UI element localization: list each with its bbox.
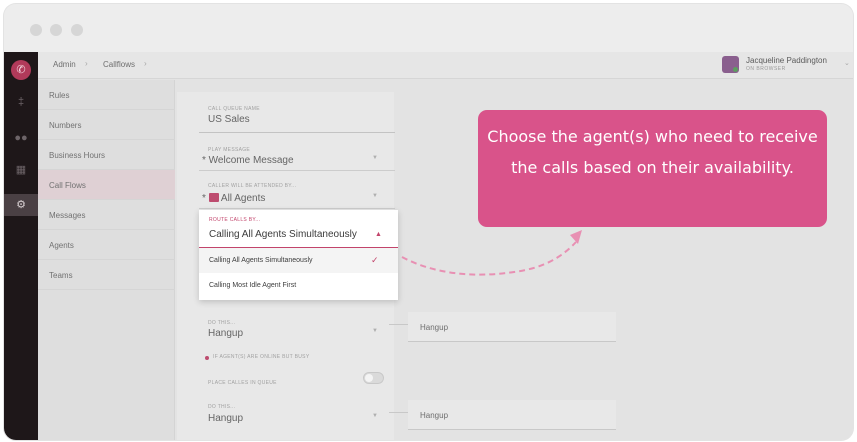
- window-minimize-dot[interactable]: [50, 24, 62, 36]
- browser-window: ✆ ‡ ●● ▦ ⚙ Admin › Callflows › Jacquelin…: [4, 4, 853, 440]
- window-titlebar: [4, 4, 853, 52]
- window-close-dot[interactable]: [30, 24, 42, 36]
- window-maximize-dot[interactable]: [71, 24, 83, 36]
- app-content: ✆ ‡ ●● ▦ ⚙ Admin › Callflows › Jacquelin…: [4, 52, 853, 440]
- pointer-arrow-icon: [401, 230, 582, 276]
